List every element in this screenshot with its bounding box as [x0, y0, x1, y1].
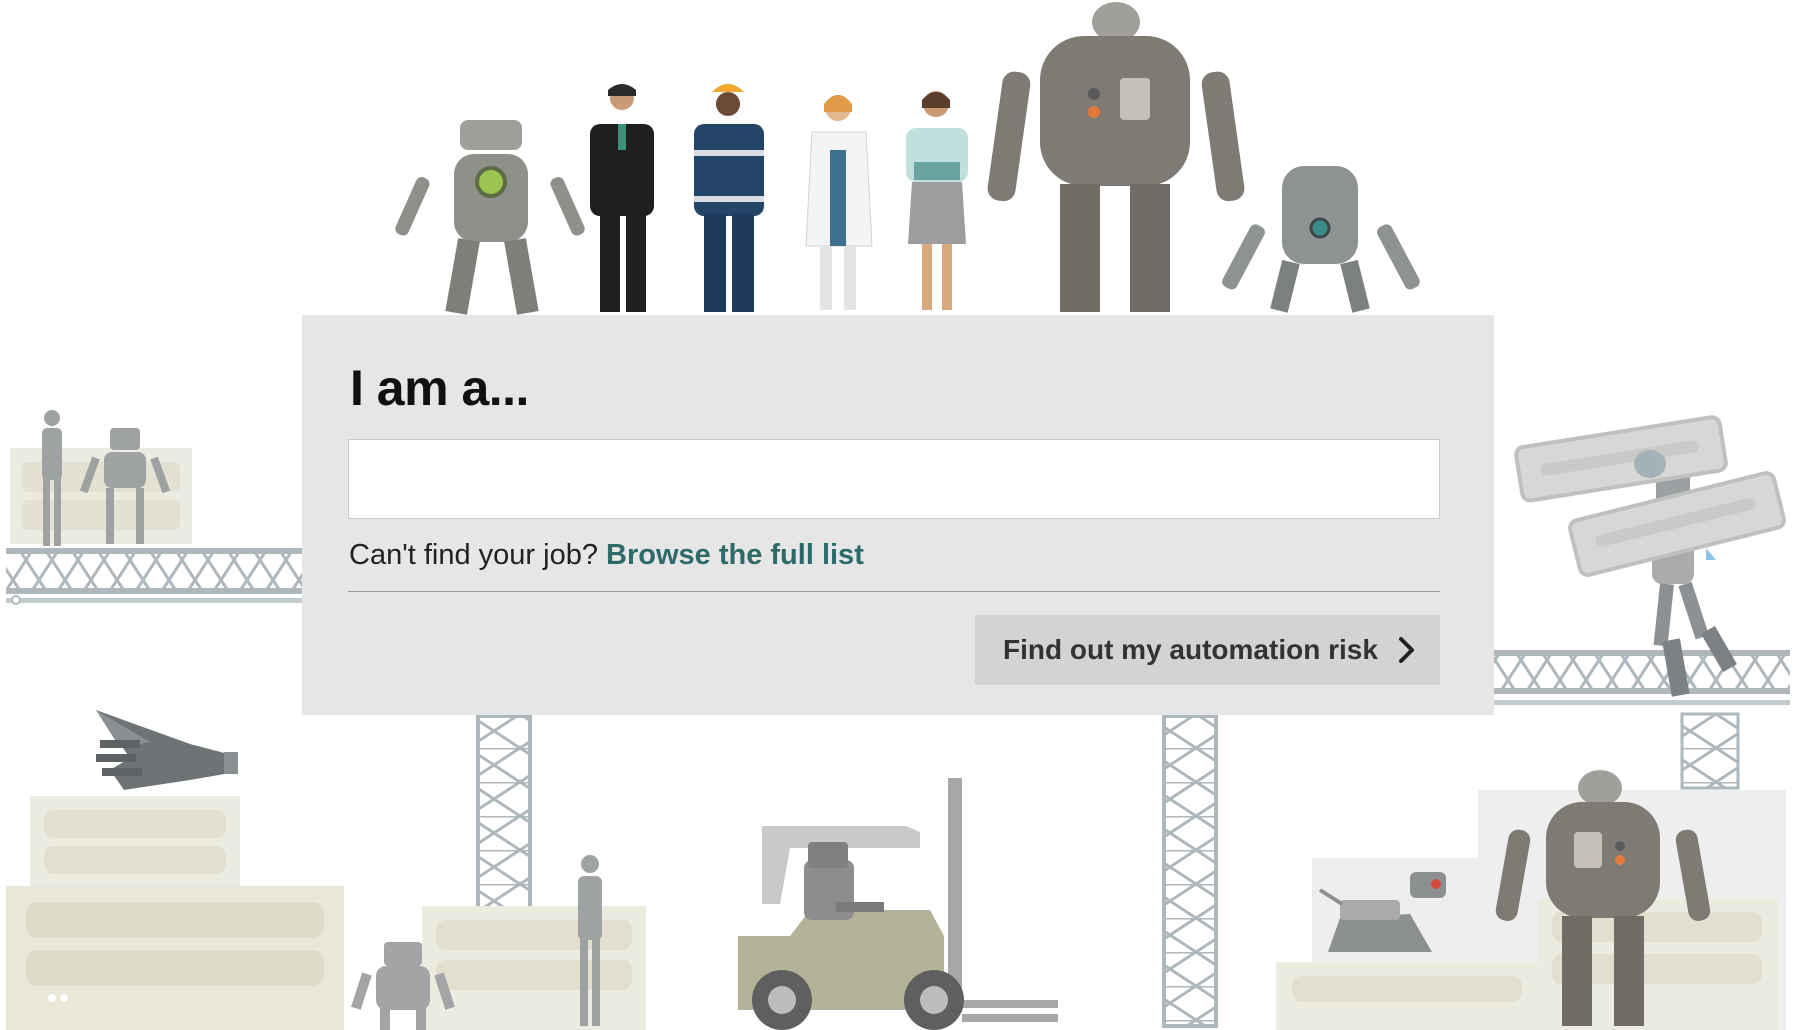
- lineup-small-robot: [1222, 166, 1420, 313]
- chevron-right-icon: [1398, 636, 1416, 671]
- submit-label: Find out my automation risk: [1003, 634, 1378, 665]
- forklift-robot: [738, 778, 1058, 1030]
- job-search-panel: I am a... Can't find your job? Browse th…: [302, 315, 1494, 715]
- left-scaffold: [6, 410, 304, 605]
- find-automation-risk-button[interactable]: Find out my automation risk: [975, 615, 1440, 685]
- page-title: I am a...: [350, 360, 529, 416]
- drone: [96, 710, 238, 790]
- right-scaffold: [1494, 650, 1790, 790]
- crate-stack-left: [6, 796, 344, 1030]
- lineup-businessman: [590, 84, 654, 312]
- job-search-input[interactable]: [348, 439, 1440, 519]
- lineup-doctor: [805, 95, 873, 310]
- divider: [348, 591, 1440, 592]
- lineup-large-robot: [987, 2, 1245, 312]
- help-row: Can't find your job? Browse the full lis…: [349, 539, 864, 572]
- lineup-construction-worker: [694, 84, 764, 312]
- lineup-robot-green: [395, 120, 585, 315]
- browse-full-list-link[interactable]: Browse the full list: [606, 539, 864, 571]
- lineup-office-worker: [906, 91, 968, 310]
- help-text: Can't find your job?: [349, 539, 598, 571]
